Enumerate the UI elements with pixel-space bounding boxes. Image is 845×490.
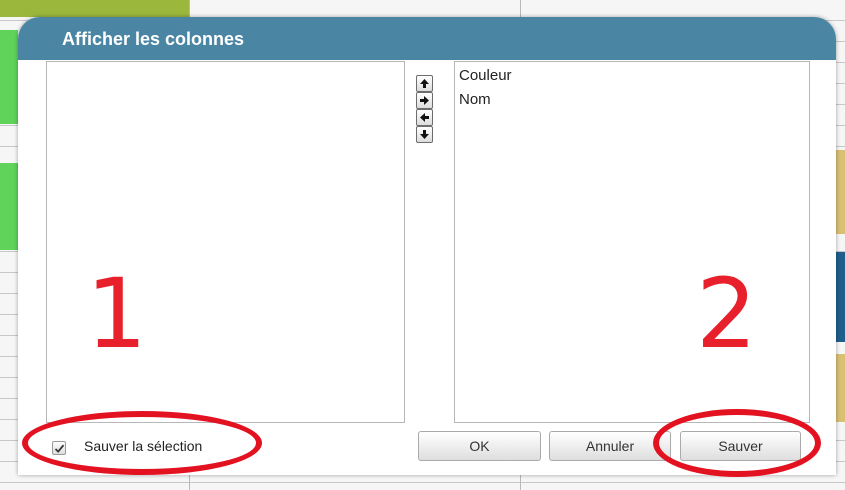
arrow-left-icon [420,113,429,122]
move-up-button[interactable] [416,75,433,92]
annotation-number-1: 1 [86,258,148,370]
background-event-block [0,30,18,124]
move-down-button[interactable] [416,126,433,143]
dialog-title: Afficher les colonnes [62,29,245,49]
background-header-cell [0,0,189,17]
list-item[interactable]: Nom [455,88,809,112]
list-item[interactable]: Couleur [455,64,809,88]
arrow-up-icon [420,79,429,88]
columns-dialog: Afficher les colonnes Couleur Nom Sauver… [18,17,836,475]
ok-button[interactable]: OK [418,431,541,461]
background-event-block [836,252,845,342]
annotation-ellipse [22,411,262,475]
background-event-block [0,163,18,250]
arrow-down-icon [420,130,429,139]
arrow-right-icon [420,96,429,105]
background-event-block [836,354,845,422]
annotation-number-2: 2 [696,258,758,370]
move-left-button[interactable] [416,109,433,126]
background-event-block [836,150,845,234]
annotation-ellipse [653,409,821,477]
dialog-titlebar[interactable]: Afficher les colonnes [18,17,836,60]
move-right-button[interactable] [416,92,433,109]
arrow-buttons [416,75,434,143]
